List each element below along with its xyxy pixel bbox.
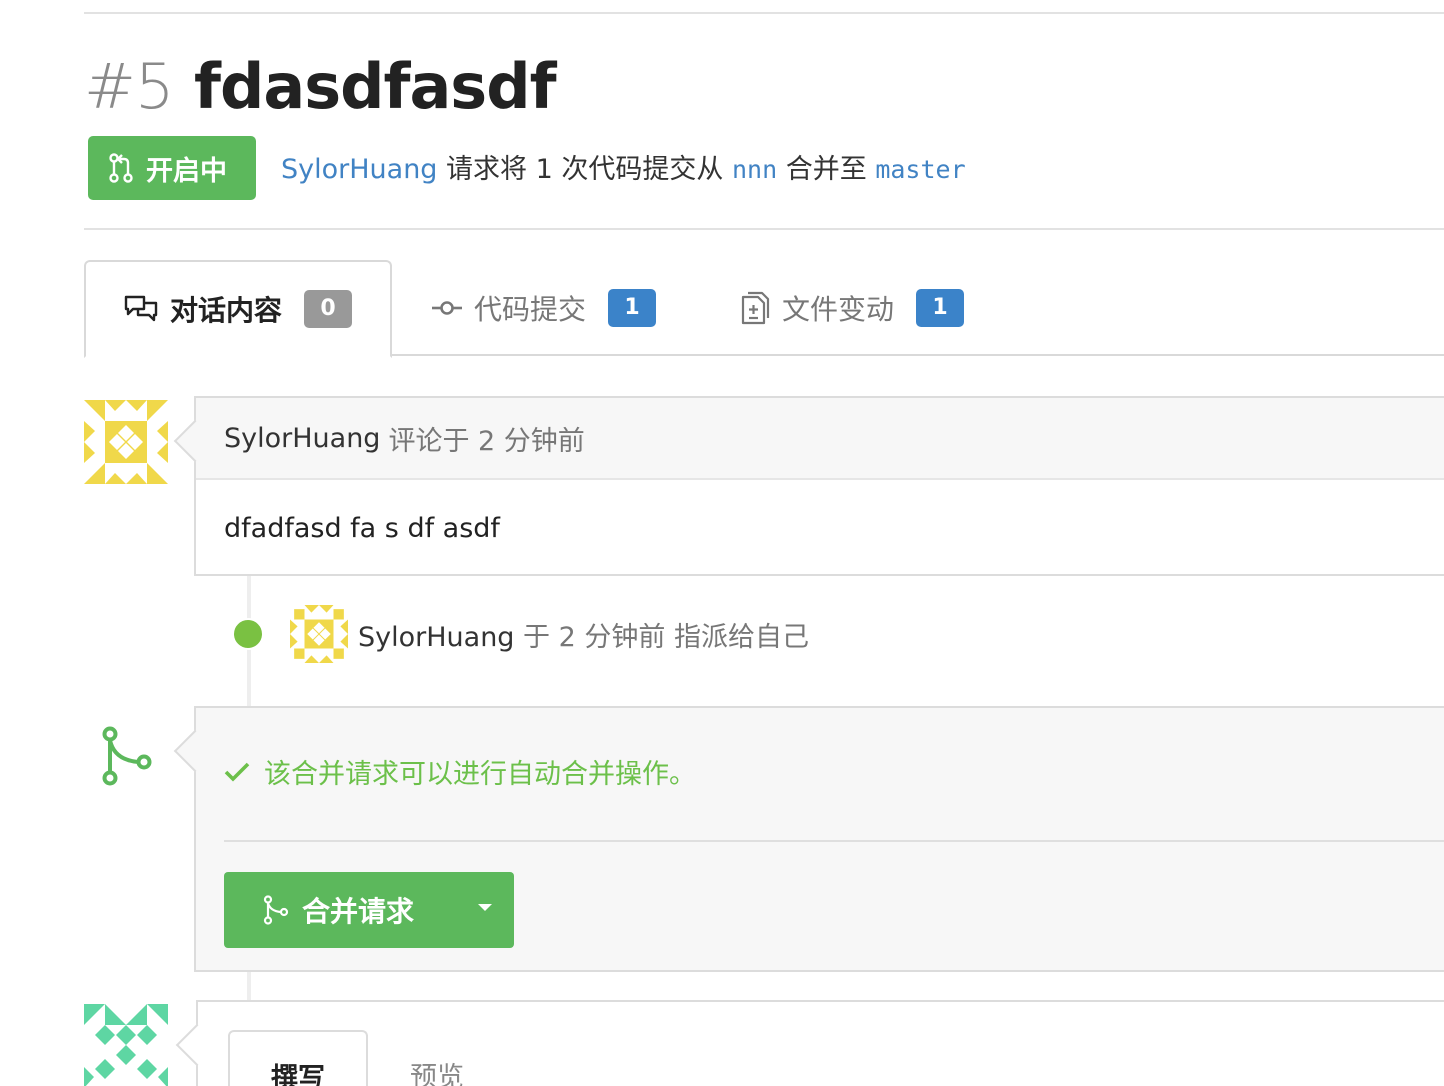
tab-commits[interactable]: 代码提交 1 — [432, 260, 657, 356]
pr-number: #5 — [84, 50, 174, 123]
base-branch-link[interactable]: master — [875, 155, 965, 184]
git-merge-icon — [102, 726, 152, 786]
tab-label: 对话内容 — [170, 294, 283, 327]
git-pull-request-icon — [109, 153, 133, 183]
caret-down-icon[interactable] — [478, 904, 492, 911]
comment-header: SylorHuang 评论于 2 分钟前 — [196, 398, 1444, 480]
check-icon — [224, 762, 250, 782]
pr-tabs: 对话内容 0 代码提交 1 文件变动 1 — [84, 260, 1444, 358]
page-title: #5 fdasdfasdf — [84, 48, 557, 126]
tab-count: 1 — [608, 289, 657, 327]
merge-status: 该合并请求可以进行自动合并操作。 — [224, 752, 696, 791]
reply-box: 撰写 预览 — [196, 1000, 1444, 1086]
comment-meta: 评论于 2 分钟前 — [388, 425, 585, 457]
git-merge-icon — [263, 895, 289, 925]
tab-count: 0 — [304, 290, 353, 328]
event-dot — [232, 618, 264, 650]
section-divider — [84, 228, 1444, 230]
file-diff-icon — [740, 291, 770, 325]
event-author-link[interactable]: SylorHuang — [358, 622, 514, 653]
merge-button-label: 合并请求 — [302, 895, 415, 928]
tab-label: 代码提交 — [474, 293, 587, 326]
tab-label: 文件变动 — [782, 293, 895, 326]
tab-write[interactable]: 撰写 — [228, 1030, 368, 1086]
tab-conversation[interactable]: 对话内容 0 — [84, 260, 392, 358]
event-description: 于 2 分钟前 指派给自己 — [523, 621, 809, 653]
author-link[interactable]: SylorHuang — [281, 154, 437, 185]
comment-body: dfadfasd fa s df asdf — [224, 512, 500, 544]
avatar[interactable] — [290, 605, 348, 663]
merge-status-text: 该合并请求可以进行自动合并操作。 — [264, 759, 696, 790]
status-badge: 开启中 — [88, 136, 256, 200]
tab-files[interactable]: 文件变动 1 — [740, 260, 965, 356]
timeline-event: SylorHuang 于 2 分钟前 指派给自己 — [232, 604, 809, 664]
merge-panel: 该合并请求可以进行自动合并操作。 合并请求 — [194, 706, 1444, 972]
status-label: 开启中 — [146, 155, 227, 187]
pr-summary: SylorHuang 请求将 1 次代码提交从 nnn 合并至 master — [281, 148, 966, 192]
head-branch-link[interactable]: nnn — [732, 155, 777, 184]
comment-box: SylorHuang 评论于 2 分钟前 dfadfasd fa s df as… — [194, 396, 1444, 576]
summary-merge-text: 合并至 — [785, 154, 867, 185]
merge-divider — [224, 840, 1444, 842]
merge-button[interactable]: 合并请求 — [224, 872, 514, 948]
tab-preview[interactable]: 预览 — [410, 1030, 464, 1086]
comment-author-link[interactable]: SylorHuang — [224, 423, 380, 454]
tab-count: 1 — [916, 289, 965, 327]
event-text: SylorHuang 于 2 分钟前 指派给自己 — [358, 615, 809, 654]
top-divider — [84, 12, 1444, 14]
summary-text: 请求将 1 次代码提交从 — [446, 154, 724, 185]
comment-discussion-icon — [124, 294, 158, 324]
git-commit-icon — [432, 298, 462, 318]
avatar[interactable] — [84, 400, 168, 484]
pr-title: fdasdfasdf — [194, 50, 557, 123]
avatar[interactable] — [84, 1004, 168, 1086]
